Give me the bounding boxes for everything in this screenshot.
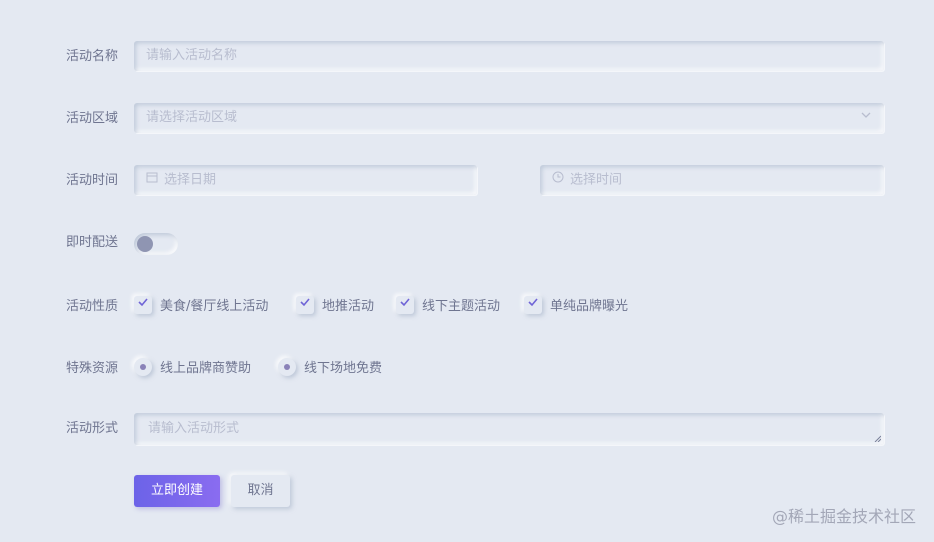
activity-nature-label: 活动性质 [66, 299, 119, 314]
radio-item[interactable]: 线上品牌商赞助 [134, 353, 251, 385]
row-instant-delivery: 即时配送 [0, 227, 934, 259]
special-resource-label: 特殊资源 [66, 361, 119, 376]
cancel-button[interactable]: 取消 [231, 475, 290, 507]
calendar-icon [146, 165, 158, 195]
radio-item[interactable]: 线下场地免费 [278, 353, 382, 385]
checkbox-label: 地推活动 [322, 299, 375, 314]
check-icon[interactable] [296, 295, 314, 314]
toggle-knob [137, 236, 153, 252]
resize-handle-icon[interactable] [873, 434, 882, 443]
activity-form-placeholder: 请输入活动形式 [148, 421, 240, 436]
activity-name-input[interactable]: 请输入活动名称 [134, 41, 884, 71]
checkbox-item[interactable]: 美食/餐厅线上活动 [134, 291, 268, 323]
check-icon[interactable] [134, 295, 152, 314]
radio-icon[interactable] [278, 357, 296, 376]
checkbox-label: 美食/餐厅线上活动 [160, 299, 269, 314]
checkbox-item[interactable]: 地推活动 [296, 291, 374, 323]
activity-form-label: 活动形式 [66, 421, 119, 436]
row-activity-form: 活动形式 请输入活动形式 [0, 413, 934, 445]
time-placeholder: 选择时间 [570, 172, 623, 188]
chevron-down-icon [860, 103, 872, 133]
activity-form: 活动名称 请输入活动名称 活动区域 请选择活动区域 活动时间 选择日期 选择时间 [0, 0, 934, 542]
row-activity-name: 活动名称 请输入活动名称 [0, 41, 934, 73]
activity-region-label: 活动区域 [66, 111, 119, 126]
row-activity-time: 活动时间 选择日期 选择时间 [0, 165, 934, 197]
clock-icon [552, 165, 564, 195]
activity-name-label: 活动名称 [66, 49, 119, 64]
date-picker-input[interactable]: 选择日期 [134, 165, 477, 195]
row-activity-region: 活动区域 请选择活动区域 [0, 103, 934, 135]
activity-region-placeholder: 请选择活动区域 [146, 110, 238, 125]
activity-region-select[interactable]: 请选择活动区域 [134, 103, 884, 133]
instant-delivery-label: 即时配送 [66, 235, 119, 250]
checkbox-item[interactable]: 单纯品牌曝光 [524, 291, 628, 323]
date-placeholder: 选择日期 [164, 172, 217, 188]
check-icon[interactable] [396, 295, 414, 314]
time-picker-input[interactable]: 选择时间 [540, 165, 884, 195]
radio-icon[interactable] [134, 357, 152, 376]
activity-name-placeholder: 请输入活动名称 [146, 48, 238, 63]
row-activity-nature: 活动性质 美食/餐厅线上活动 地推活动 线下主题活动 单纯品牌曝光 [0, 291, 934, 323]
activity-time-label: 活动时间 [66, 173, 119, 188]
instant-delivery-toggle[interactable] [134, 233, 178, 255]
checkbox-label: 线下主题活动 [422, 299, 501, 314]
checkbox-item[interactable]: 线下主题活动 [396, 291, 500, 323]
radio-label: 线下场地免费 [304, 361, 383, 376]
radio-label: 线上品牌商赞助 [160, 361, 252, 376]
checkbox-label: 单纯品牌曝光 [550, 299, 629, 314]
check-icon[interactable] [524, 295, 542, 314]
create-button[interactable]: 立即创建 [134, 475, 220, 507]
row-special-resource: 特殊资源 线上品牌商赞助 线下场地免费 [0, 353, 934, 385]
watermark: @稀土掘金技术社区 [771, 507, 916, 526]
activity-form-textarea[interactable]: 请输入活动形式 [134, 413, 884, 445]
